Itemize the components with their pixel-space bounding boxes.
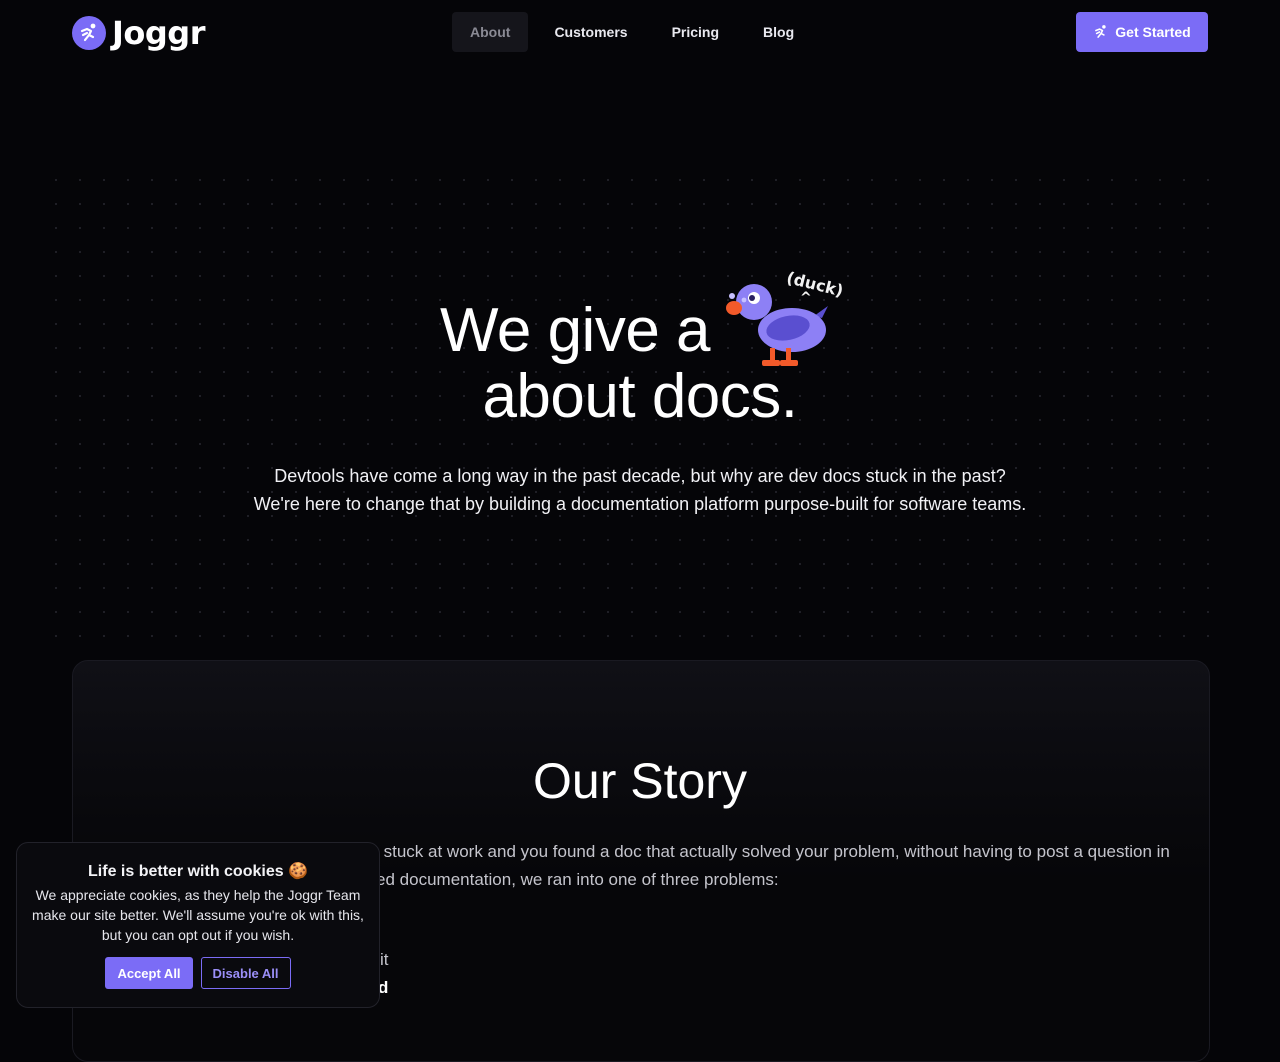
runner-logo-icon <box>72 16 106 50</box>
hero-title-line2: about docs. <box>482 362 798 431</box>
our-story-title: Our Story <box>533 753 747 809</box>
hero-title: We give a about docs. <box>0 298 1280 430</box>
duck-illustration: (duck) ^ <box>726 268 845 366</box>
hero-subtitle-line2: We're here to change that by building a … <box>253 494 1027 514</box>
story-problem-item-1: it <box>380 950 389 969</box>
hero-subtitle: Devtools have come a long way in the pas… <box>0 462 1280 518</box>
runner-icon <box>1095 25 1106 38</box>
duck-caret: ^ <box>800 290 812 306</box>
logo-link[interactable]: Joggr <box>72 14 205 52</box>
nav-link-customers[interactable]: Customers <box>536 12 645 52</box>
hero-subtitle-line1: Devtools have come a long way in the pas… <box>274 466 1006 486</box>
duck-caption: (duck) <box>785 268 845 300</box>
accept-all-button[interactable]: Accept All <box>105 957 193 989</box>
nav-link-about[interactable]: About <box>452 12 529 52</box>
cookie-text: We appreciate cookies, as they help the … <box>32 887 364 943</box>
hero-title-line1: We give a <box>439 296 711 365</box>
nav-links: About Customers Pricing Blog <box>452 12 812 52</box>
cookie-title: Life is better with cookies 🍪 <box>88 863 308 880</box>
nav-link-pricing[interactable]: Pricing <box>654 12 737 52</box>
disable-all-button[interactable]: Disable All <box>200 957 291 989</box>
cookie-buttons: Accept All Disable All <box>17 957 379 989</box>
top-navbar: Joggr About Customers Pricing Blog Get S… <box>0 0 1280 64</box>
cookie-banner: Life is better with cookies 🍪 We appreci… <box>16 842 380 1008</box>
get-started-label: Get Started <box>1115 24 1191 40</box>
logo-wordmark: Joggr <box>112 14 205 52</box>
nav-link-blog[interactable]: Blog <box>745 12 812 52</box>
get-started-button[interactable]: Get Started <box>1076 12 1208 52</box>
